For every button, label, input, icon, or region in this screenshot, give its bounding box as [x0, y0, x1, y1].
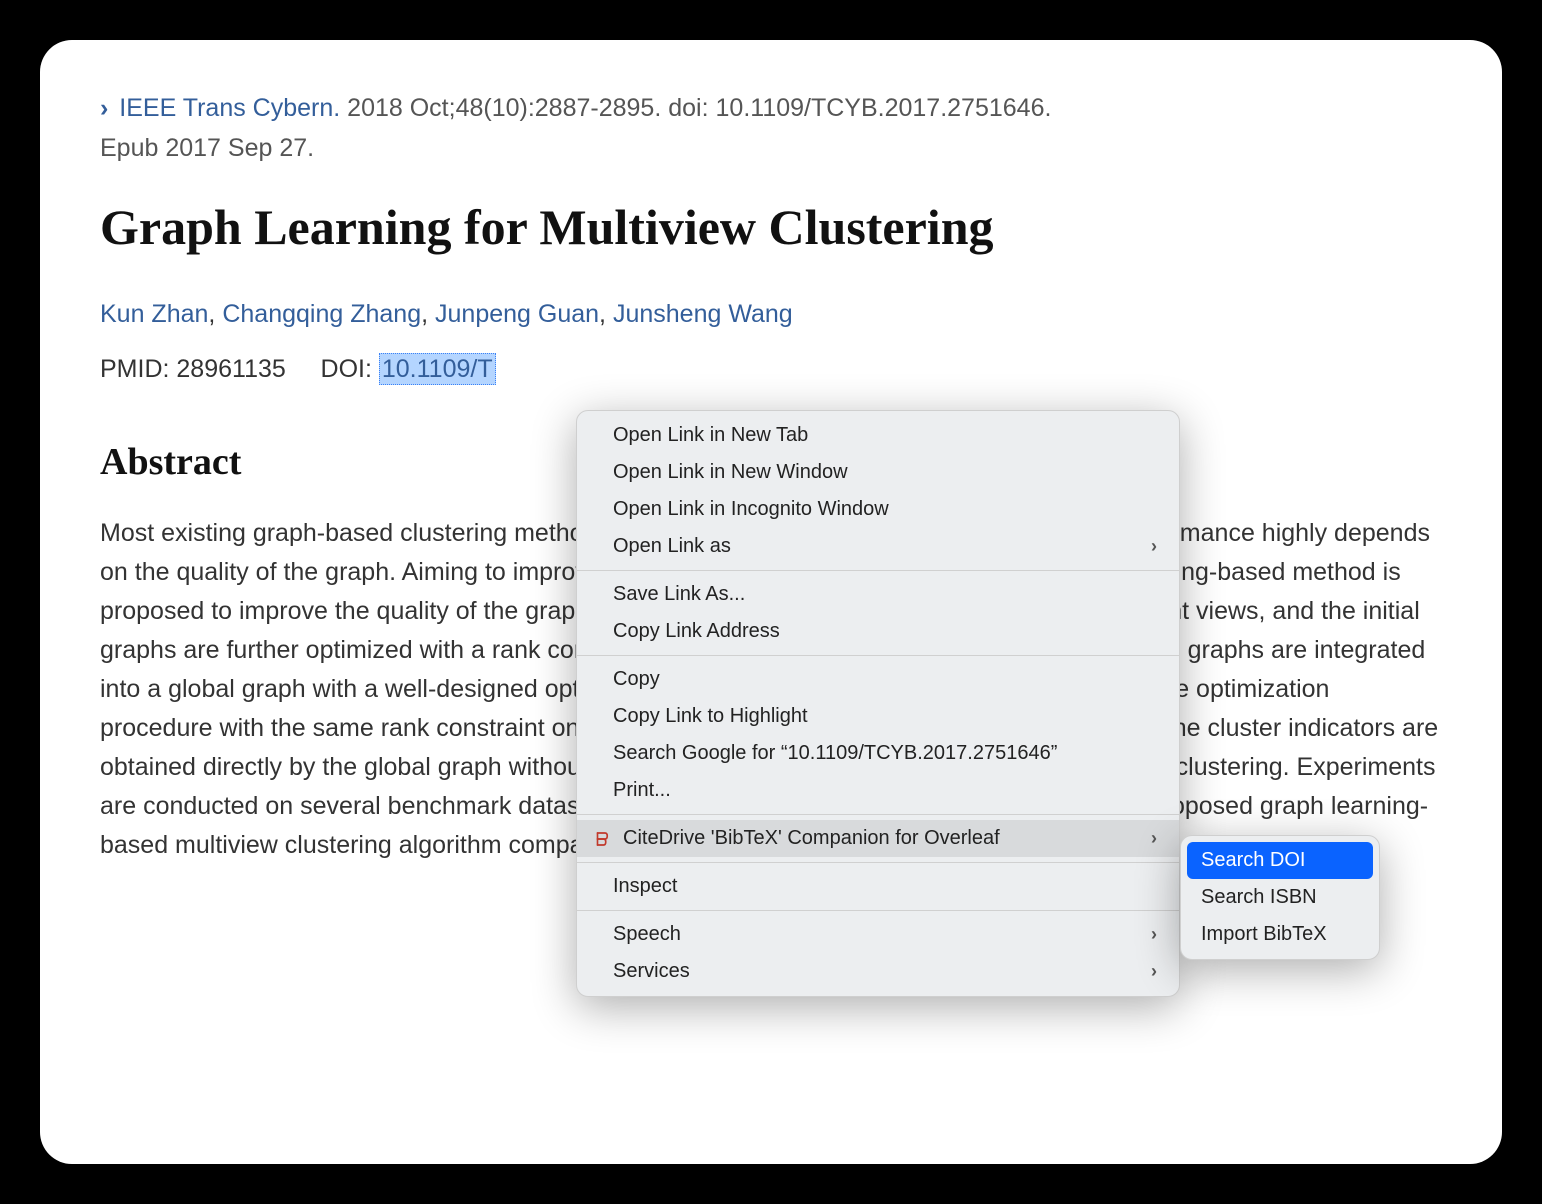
author-link[interactable]: Kun Zhan: [100, 300, 208, 328]
epub-line: Epub 2017 Sep 27.: [100, 134, 1442, 163]
submenu-search-isbn[interactable]: Search ISBN: [1181, 879, 1379, 916]
menu-search-google[interactable]: Search Google for “10.1109/TCYB.2017.275…: [577, 735, 1179, 772]
author-link[interactable]: Junsheng Wang: [613, 300, 793, 328]
citedrive-icon: [591, 828, 613, 850]
menu-inspect[interactable]: Inspect: [577, 868, 1179, 905]
menu-copy-link-address[interactable]: Copy Link Address: [577, 613, 1179, 650]
author-link[interactable]: Changqing Zhang: [222, 300, 421, 328]
chevron-right-icon: ›: [1151, 536, 1157, 557]
menu-separator: [577, 570, 1179, 571]
menu-open-new-window[interactable]: Open Link in New Window: [577, 454, 1179, 491]
identifiers: PMID: 28961135 DOI: 10.1109/T: [100, 355, 1442, 384]
submenu-import-bibtex[interactable]: Import BibTeX: [1181, 916, 1379, 953]
article-title: Graph Learning for Multiview Clustering: [100, 199, 1442, 257]
citedrive-submenu: Search DOI Search ISBN Import BibTeX: [1180, 835, 1380, 960]
pmid-label: PMID:: [100, 355, 169, 383]
pmid-value: 28961135: [176, 355, 285, 383]
menu-separator: [577, 814, 1179, 815]
chevron-right-icon: ›: [1151, 924, 1157, 945]
chevron-right-icon: ›: [1151, 828, 1157, 849]
menu-save-link-as[interactable]: Save Link As...: [577, 576, 1179, 613]
context-menu: Open Link in New Tab Open Link in New Wi…: [576, 410, 1180, 997]
menu-copy-link-highlight[interactable]: Copy Link to Highlight: [577, 698, 1179, 735]
citation-details: 2018 Oct;48(10):2887-2895.: [347, 94, 661, 122]
author-link[interactable]: Junpeng Guan: [435, 300, 599, 328]
breadcrumb-chevron-icon: ›: [100, 90, 108, 128]
menu-services[interactable]: Services›: [577, 953, 1179, 990]
submenu-search-doi[interactable]: Search DOI: [1187, 842, 1373, 879]
menu-separator: [577, 655, 1179, 656]
chevron-right-icon: ›: [1151, 961, 1157, 982]
menu-copy[interactable]: Copy: [577, 661, 1179, 698]
menu-separator: [577, 910, 1179, 911]
menu-open-new-tab[interactable]: Open Link in New Tab: [577, 417, 1179, 454]
doi-selected-text: 10.1109/T: [379, 353, 496, 385]
citation-line: › IEEE Trans Cybern. 2018 Oct;48(10):288…: [100, 90, 1442, 128]
doi-link[interactable]: 10.1109/T: [379, 353, 496, 385]
doi-prefix: doi:: [668, 94, 708, 122]
citation-doi: 10.1109/TCYB.2017.2751646.: [716, 94, 1052, 122]
journal-link[interactable]: IEEE Trans Cybern.: [119, 94, 340, 122]
menu-open-incognito[interactable]: Open Link in Incognito Window: [577, 491, 1179, 528]
menu-open-link-as[interactable]: Open Link as›: [577, 528, 1179, 565]
doi-label: DOI:: [321, 355, 372, 383]
menu-print[interactable]: Print...: [577, 772, 1179, 809]
menu-citedrive[interactable]: CiteDrive 'BibTeX' Companion for Overlea…: [577, 820, 1179, 857]
menu-speech[interactable]: Speech›: [577, 916, 1179, 953]
article-window: › IEEE Trans Cybern. 2018 Oct;48(10):288…: [40, 40, 1502, 1164]
menu-separator: [577, 862, 1179, 863]
authors-list: Kun Zhan, Changqing Zhang, Junpeng Guan,…: [100, 300, 1442, 329]
